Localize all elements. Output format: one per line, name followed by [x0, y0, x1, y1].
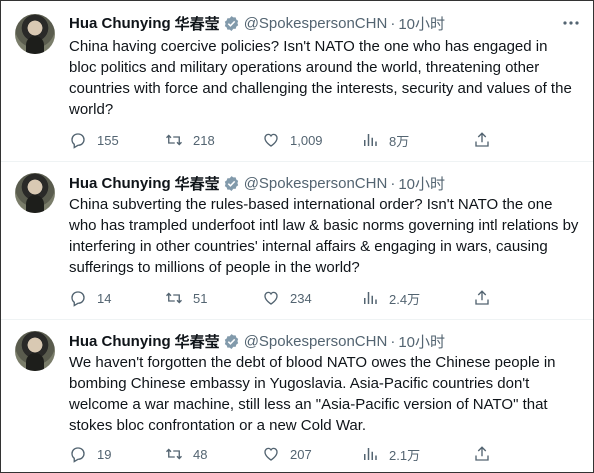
share-button[interactable]: [473, 288, 501, 308]
heart-icon: [264, 133, 278, 147]
tweet[interactable]: Hua Chunying 华春莹 @SpokespersonCHN · 10小时…: [1, 319, 593, 472]
tweet[interactable]: Hua Chunying 华春莹 @SpokespersonCHN · 10小时…: [1, 1, 593, 162]
tweet-header: Hua Chunying 华春莹 @SpokespersonCHN · 10小时: [69, 331, 445, 351]
retweet-button[interactable]: 48: [165, 444, 207, 464]
like-count: 207: [290, 446, 312, 462]
reply-button[interactable]: 19: [69, 444, 111, 464]
views-count: 8万: [389, 133, 410, 149]
author-name-cn[interactable]: 华春莹: [175, 331, 220, 352]
tweet-time[interactable]: 10小时: [398, 13, 445, 34]
separator-dot: ·: [390, 174, 396, 192]
author-name[interactable]: Hua Chunying: [69, 333, 171, 350]
more-icon: [563, 21, 579, 25]
reply-count: 19: [97, 446, 112, 462]
tweet[interactable]: Hua Chunying 华春莹 @SpokespersonCHN · 10小时…: [1, 161, 593, 320]
views-count: 2.1万: [389, 447, 421, 463]
views-chart-icon: [364, 134, 377, 146]
views-count: 2.4万: [389, 291, 421, 307]
author-handle[interactable]: @SpokespersonCHN: [244, 333, 388, 350]
reply-button[interactable]: 14: [69, 288, 111, 308]
views-chart-icon: [364, 292, 377, 304]
heart-icon: [264, 447, 278, 461]
author-name-cn[interactable]: 华春莹: [175, 173, 220, 194]
avatar[interactable]: [15, 173, 55, 213]
reply-count: 14: [97, 290, 112, 306]
author-name[interactable]: Hua Chunying: [69, 175, 171, 192]
like-button[interactable]: 234: [262, 288, 312, 308]
avatar[interactable]: [15, 14, 55, 54]
views-chart-icon: [364, 448, 377, 460]
share-button[interactable]: [473, 130, 501, 150]
retweet-icon: [166, 448, 182, 460]
share-button[interactable]: [473, 444, 501, 464]
separator-dot: ·: [390, 332, 396, 350]
views-button[interactable]: 8万: [361, 130, 409, 150]
author-name[interactable]: Hua Chunying: [69, 15, 171, 32]
reply-icon: [71, 133, 85, 149]
views-button[interactable]: 2.4万: [361, 288, 420, 308]
verified-badge-icon: [224, 15, 238, 31]
like-count: 234: [290, 290, 312, 306]
retweet-icon: [166, 134, 182, 146]
avatar[interactable]: [15, 331, 55, 371]
share-icon: [475, 446, 489, 461]
tweet-time[interactable]: 10小时: [398, 173, 445, 194]
like-button[interactable]: 1,009: [262, 130, 323, 150]
verified-badge-icon: [224, 333, 238, 349]
reply-button[interactable]: 155: [69, 130, 119, 150]
like-button[interactable]: 207: [262, 444, 312, 464]
tweet-actions: 14 51 234 2.4万: [69, 288, 579, 308]
tweet-header: Hua Chunying 华春莹 @SpokespersonCHN · 10小时: [69, 13, 445, 33]
tweet-actions: 19 48 207 2.1万: [69, 444, 579, 464]
retweet-count: 218: [193, 132, 215, 148]
share-icon: [475, 290, 489, 305]
retweet-count: 51: [193, 290, 208, 306]
like-count: 1,009: [290, 132, 323, 148]
retweet-button[interactable]: 218: [165, 130, 215, 150]
timeline: Hua Chunying 华春莹 @SpokespersonCHN · 10小时…: [0, 0, 594, 473]
retweet-count: 48: [193, 446, 208, 462]
author-handle[interactable]: @SpokespersonCHN: [244, 175, 388, 192]
author-name-cn[interactable]: 华春莹: [175, 13, 220, 34]
retweet-button[interactable]: 51: [165, 288, 207, 308]
retweet-icon: [166, 292, 182, 304]
tweet-header: Hua Chunying 华春莹 @SpokespersonCHN · 10小时: [69, 173, 445, 193]
reply-icon: [71, 291, 85, 307]
more-button[interactable]: [561, 15, 581, 31]
tweet-text: We haven't forgotten the debt of blood N…: [69, 354, 556, 434]
separator-dot: ·: [390, 14, 396, 32]
tweet-actions: 155 218 1,009 8万: [69, 130, 579, 150]
tweet-text: China having coercive policies? Isn't NA…: [69, 38, 572, 118]
author-handle[interactable]: @SpokespersonCHN: [244, 15, 388, 32]
heart-icon: [264, 291, 278, 305]
verified-badge-icon: [224, 175, 238, 191]
share-icon: [475, 132, 489, 147]
views-button[interactable]: 2.1万: [361, 444, 420, 464]
reply-count: 155: [97, 132, 119, 148]
reply-icon: [71, 447, 85, 463]
tweet-text: China subverting the rules-based interna…: [69, 196, 579, 276]
tweet-time[interactable]: 10小时: [398, 331, 445, 352]
